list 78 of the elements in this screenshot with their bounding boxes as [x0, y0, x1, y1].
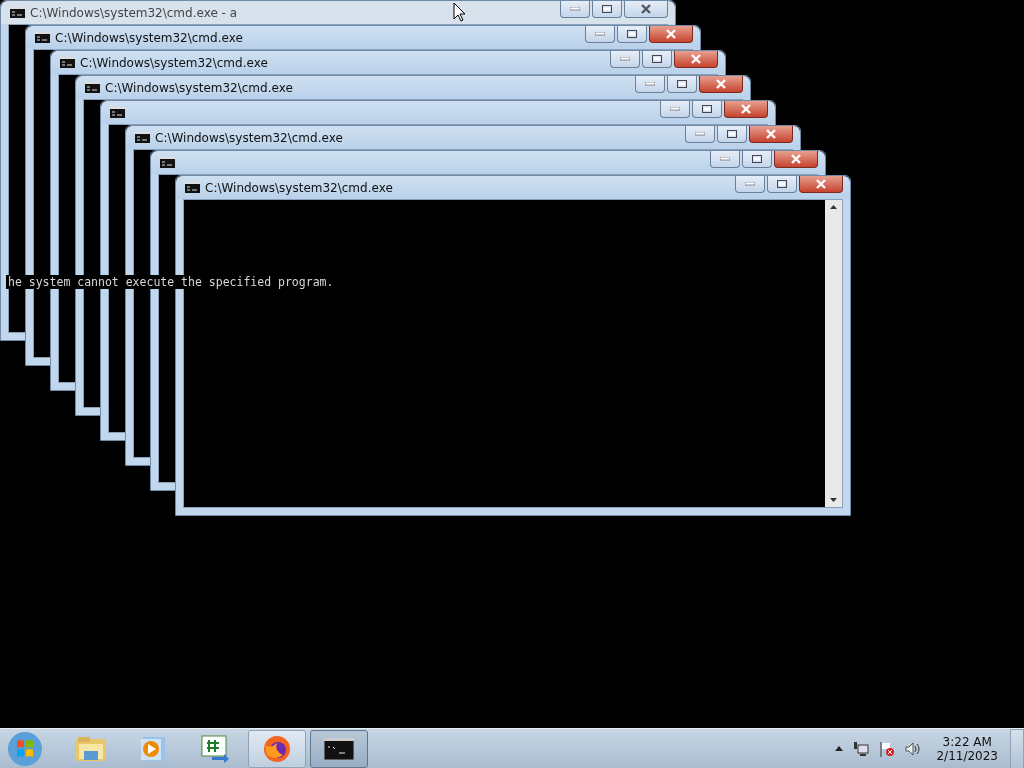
console-icon [10, 7, 25, 18]
taskbar-button[interactable] [248, 729, 306, 768]
maximize-button[interactable] [742, 151, 772, 168]
browser-icon [263, 734, 291, 763]
close-button[interactable] [699, 76, 743, 93]
minimize-icon [670, 107, 680, 111]
title-bar[interactable]: C:\Windows\system32\cmd.exe [126, 126, 800, 149]
close-button[interactable] [749, 126, 793, 143]
window-title: C:\Windows\system32\cmd.exe [155, 130, 343, 145]
minimize-icon [595, 32, 605, 36]
maximize-icon [777, 180, 787, 188]
console-icon [110, 107, 125, 118]
title-bar[interactable]: C:\Windows\system32\cmd.exe [51, 51, 725, 74]
close-button[interactable] [724, 101, 768, 118]
maximize-button[interactable] [592, 1, 622, 18]
close-icon [740, 104, 752, 114]
console-icon [160, 157, 175, 168]
window-title: C:\Windows\system32\cmd.exe - a [30, 5, 238, 20]
maximize-button[interactable] [667, 76, 697, 93]
maximize-button[interactable] [642, 51, 672, 68]
minimize-icon [695, 132, 705, 136]
close-icon [665, 29, 677, 39]
title-bar[interactable]: C:\Windows\system32\cmd.exe - a [1, 1, 675, 24]
close-button[interactable] [799, 176, 843, 193]
maximize-icon [627, 30, 637, 38]
close-button[interactable] [774, 151, 818, 168]
media-player-icon [140, 735, 166, 762]
scroll-up-icon[interactable] [830, 205, 837, 209]
console-icon [185, 182, 200, 193]
close-icon [790, 154, 802, 164]
console-icon [60, 57, 75, 68]
taskbar-button[interactable] [310, 729, 368, 768]
console-icon [324, 737, 354, 760]
show-hidden-icons-icon[interactable] [835, 746, 844, 751]
maximize-icon [752, 155, 762, 163]
clock[interactable]: 3:22 AM 2/11/2023 [928, 734, 1006, 763]
minimize-icon [570, 7, 580, 11]
maximize-icon [652, 55, 662, 63]
scrollbar[interactable] [825, 200, 842, 507]
window-title: C:\Windows\system32\cmd.exe [55, 30, 243, 45]
scroll-down-icon[interactable] [830, 498, 837, 502]
close-button[interactable] [649, 26, 693, 43]
close-icon [765, 129, 777, 139]
console-icon [35, 32, 50, 43]
code-file-icon [200, 734, 230, 763]
minimize-icon [620, 57, 630, 61]
maximize-icon [602, 5, 612, 13]
maximize-button[interactable] [717, 126, 747, 143]
close-icon [715, 79, 727, 89]
speaker-icon[interactable] [905, 740, 922, 757]
close-button[interactable] [674, 51, 718, 68]
close-icon [815, 179, 827, 189]
maximize-button[interactable] [617, 26, 647, 43]
console-icon [135, 132, 150, 143]
maximize-icon [727, 130, 737, 138]
action-center-flag-icon[interactable] [879, 740, 896, 757]
window-title: C:\Windows\system32\cmd.exe [105, 80, 293, 95]
title-bar[interactable]: C:\Windows\system32\cmd.exe [26, 26, 700, 49]
maximize-icon [702, 105, 712, 113]
title-bar[interactable]: C:\Windows\system32\cmd.exe [76, 76, 750, 99]
window-title: C:\Windows\system32\cmd.exe [80, 55, 268, 70]
title-bar[interactable]: C:\Windows\system32\cmd.exe [176, 176, 850, 199]
minimize-icon [720, 157, 730, 161]
close-button[interactable] [624, 1, 668, 18]
window-title: C:\Windows\system32\cmd.exe [205, 180, 393, 195]
folder-icon [75, 734, 107, 763]
title-bar[interactable] [101, 101, 775, 124]
maximize-icon [677, 80, 687, 88]
title-bar[interactable] [151, 151, 825, 174]
close-icon [640, 4, 652, 14]
console-icon [85, 82, 100, 93]
minimize-icon [645, 82, 655, 86]
cursor-icon [453, 2, 466, 22]
maximize-button[interactable] [767, 176, 797, 193]
maximize-button[interactable] [692, 101, 722, 118]
close-icon [690, 54, 702, 64]
minimize-icon [745, 182, 755, 186]
network-icon[interactable] [853, 740, 870, 757]
